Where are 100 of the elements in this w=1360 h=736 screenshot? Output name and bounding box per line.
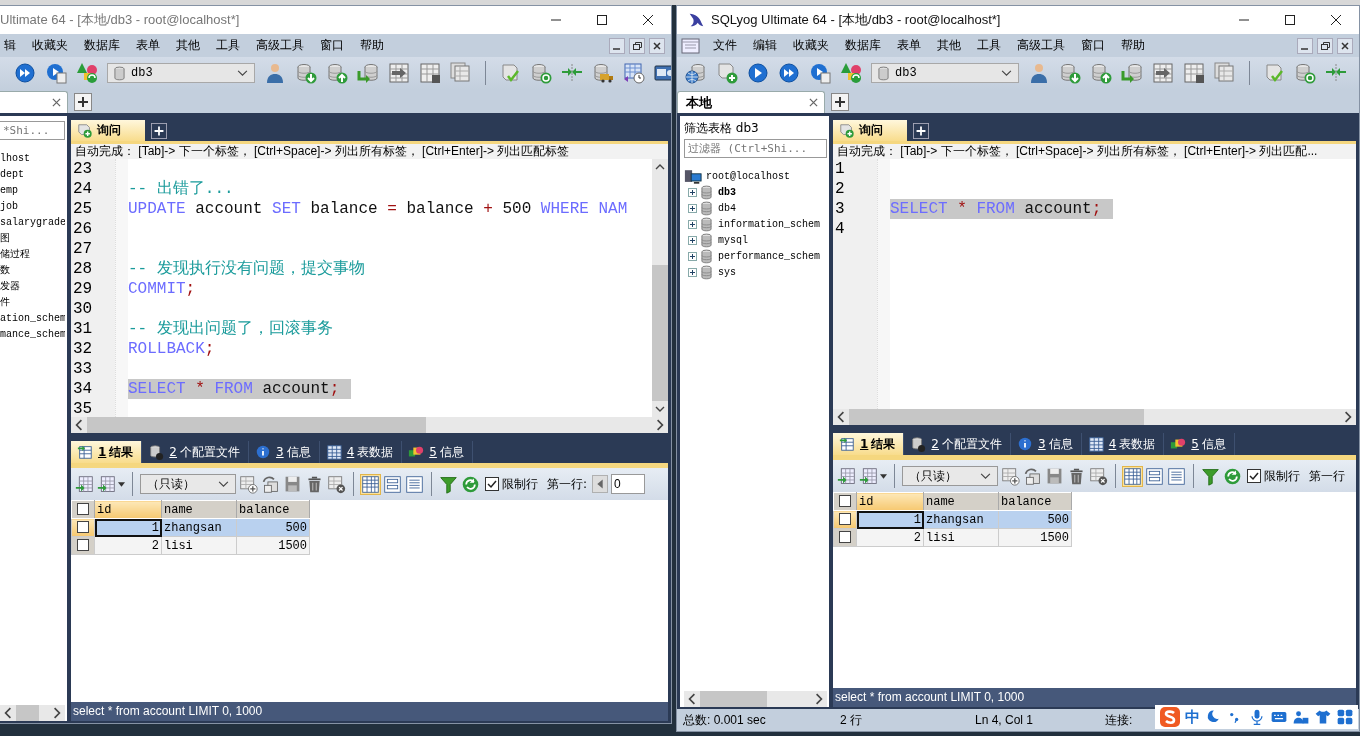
limit-checkbox[interactable]	[1247, 469, 1261, 483]
column-header[interactable]: balance	[998, 492, 1072, 511]
menu-item[interactable]: 数据库	[76, 37, 128, 54]
minimize-button[interactable]	[609, 37, 625, 54]
first-row-field[interactable]: 0	[611, 474, 646, 494]
expand-icon[interactable]	[688, 235, 697, 245]
expand-icon[interactable]	[688, 187, 697, 197]
menu-item[interactable]: 表单	[128, 37, 168, 54]
result-tab[interactable]: 1 结果	[71, 441, 143, 463]
menu-item[interactable]: 表单	[889, 37, 929, 54]
scroll-check-icon[interactable]	[499, 62, 521, 84]
code-editor[interactable]: 23 24 25 26 27 28 29 30 31 32 33 34 35 -- 出错了... UPDATE account SET balance = balance + 500 WHERE NAM -- 发现执行没有问题，提交事物 COMMIT; -- 发现出问题了，回滚事务 ROLLBACK; SELECT * FROM account;	[71, 159, 668, 417]
horizontal-scrollbar[interactable]	[0, 705, 65, 721]
database-dropdown[interactable]: db3	[107, 63, 255, 83]
query-tab[interactable]: 询问	[833, 120, 907, 141]
new-query-button[interactable]	[151, 123, 167, 139]
expand-icon[interactable]	[688, 251, 697, 261]
tree-item[interactable]: 图	[0, 231, 10, 245]
horizontal-scrollbar[interactable]	[71, 417, 668, 433]
menu-item[interactable]: 其他	[929, 37, 969, 54]
horizontal-scrollbar[interactable]	[833, 409, 1356, 425]
close-button[interactable]	[649, 37, 665, 54]
copy-row-icon[interactable]	[261, 474, 280, 494]
trash-icon[interactable]	[1067, 466, 1086, 486]
scroll-plus-icon[interactable]	[716, 62, 738, 84]
database-globe-icon[interactable]	[685, 62, 707, 84]
shapes-icon[interactable]	[840, 62, 862, 84]
new-query-button[interactable]	[913, 123, 929, 139]
header-checkbox[interactable]	[71, 500, 95, 519]
close-icon[interactable]	[52, 98, 61, 107]
menu-item[interactable]: 窗口	[312, 37, 352, 54]
database-download-icon[interactable]	[1059, 62, 1081, 84]
grid-menu-icon[interactable]	[1336, 708, 1354, 726]
column-header[interactable]: name	[923, 492, 999, 511]
column-header[interactable]: balance	[236, 500, 310, 519]
menu-item[interactable]: 收藏夹	[24, 37, 76, 54]
menu-item[interactable]: 数据库	[837, 37, 889, 54]
table-calculator-icon[interactable]	[1183, 62, 1205, 84]
shapes-icon[interactable]	[76, 62, 98, 84]
menu-item[interactable]: 辑	[4, 37, 24, 54]
tree-item[interactable]: db4	[718, 202, 736, 214]
copy-row-icon[interactable]	[1023, 466, 1042, 486]
grid-view-icon[interactable]	[361, 474, 380, 494]
table-export-icon[interactable]	[97, 474, 116, 494]
text-view-icon[interactable]	[1167, 466, 1186, 486]
refresh-icon[interactable]	[1223, 466, 1242, 486]
menu-item[interactable]: 高级工具	[1009, 37, 1073, 54]
mode-dropdown[interactable]: （只读）	[140, 474, 236, 494]
scroll-check-icon[interactable]	[1263, 62, 1285, 84]
menu-item[interactable]: 窗口	[1073, 37, 1113, 54]
new-tab-button[interactable]	[831, 93, 849, 111]
tree-item[interactable]: information_schem	[718, 218, 821, 230]
cancel-row-icon[interactable]	[1089, 466, 1108, 486]
table-calculator-icon[interactable]	[419, 62, 441, 84]
limit-checkbox[interactable]	[485, 477, 499, 491]
filter-icon[interactable]	[439, 474, 458, 494]
menu-item[interactable]: 收藏夹	[785, 37, 837, 54]
tree-item[interactable]: db3	[718, 186, 736, 198]
database-arrow-icon[interactable]	[357, 62, 379, 84]
database-arrow-icon[interactable]	[1121, 62, 1143, 84]
table-export-icon[interactable]	[837, 466, 856, 486]
code-editor[interactable]: 1 2 3 4 SELECT * FROM account;	[833, 159, 1356, 409]
previous-button[interactable]	[592, 474, 609, 494]
database-dropdown[interactable]: db3	[871, 63, 1019, 83]
new-tab-button[interactable]	[74, 93, 92, 111]
table-arrow-icon[interactable]	[1152, 62, 1174, 84]
menu-item[interactable]: 高级工具	[248, 37, 312, 54]
add-row-icon[interactable]	[239, 474, 258, 494]
menu-item[interactable]: 帮助	[1113, 37, 1153, 54]
tree-item[interactable]: ation_schem	[0, 312, 65, 324]
expand-icon[interactable]	[688, 219, 697, 229]
grid-view-icon[interactable]	[1123, 466, 1142, 486]
expand-icon[interactable]	[688, 267, 697, 277]
menu-item[interactable]: 其他	[168, 37, 208, 54]
caret-icon[interactable]	[118, 481, 125, 487]
result-tab[interactable]: 1 结果	[833, 433, 905, 455]
database-upload-icon[interactable]	[1090, 62, 1112, 84]
restore-button[interactable]	[629, 37, 645, 54]
trash-icon[interactable]	[305, 474, 324, 494]
tree-item[interactable]: root@localhost	[706, 170, 790, 182]
tree-item[interactable]: sys	[718, 266, 736, 278]
card-icon[interactable]	[654, 62, 671, 84]
save-icon[interactable]	[283, 474, 302, 494]
database-truck-icon[interactable]	[592, 62, 614, 84]
tree-item[interactable]: mance_schem	[0, 328, 65, 340]
form-view-icon[interactable]	[383, 474, 402, 494]
tree-item[interactable]: dept	[0, 168, 24, 180]
vertical-scrollbar[interactable]	[652, 159, 668, 417]
people-icon[interactable]	[1292, 708, 1310, 726]
table-arrow-icon[interactable]	[388, 62, 410, 84]
refresh-icon[interactable]	[461, 474, 480, 494]
menu-item[interactable]: 工具	[208, 37, 248, 54]
ime-logo-icon[interactable]	[1159, 706, 1181, 728]
play-icon[interactable]	[747, 62, 769, 84]
tree-item[interactable]: salarygrade	[0, 216, 65, 228]
play-document-icon[interactable]	[45, 62, 67, 84]
column-header[interactable]: id	[94, 500, 162, 519]
fast-forward-icon[interactable]	[14, 62, 36, 84]
tree-item[interactable]: 件	[0, 295, 10, 309]
shirt-icon[interactable]	[1314, 708, 1332, 726]
